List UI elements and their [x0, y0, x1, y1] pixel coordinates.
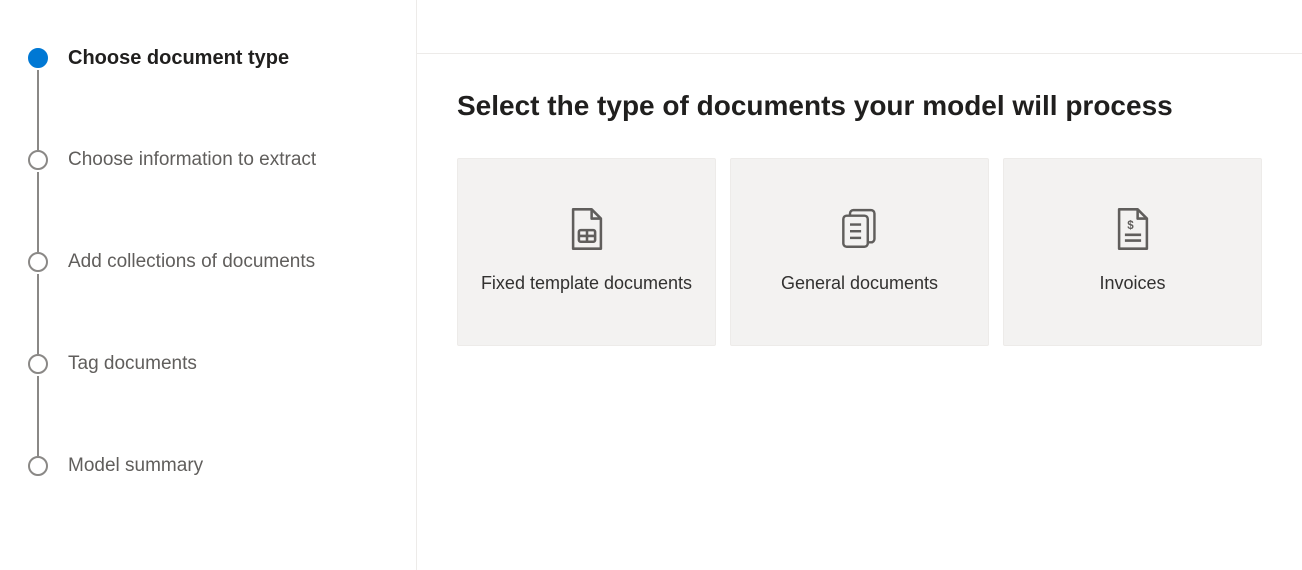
step-indicator-icon: [28, 456, 48, 476]
main-content: Select the type of documents your model …: [417, 0, 1302, 570]
general-document-icon: [838, 207, 882, 251]
content-area: Select the type of documents your model …: [417, 54, 1302, 382]
step-add-collections[interactable]: Add collections of documents: [28, 252, 396, 354]
card-general-documents[interactable]: General documents: [730, 158, 989, 346]
wizard-steps-sidebar: Choose document type Choose information …: [0, 0, 417, 570]
top-divider: [417, 0, 1302, 54]
step-tag-documents[interactable]: Tag documents: [28, 354, 396, 456]
step-connector: [37, 70, 39, 150]
step-label: Tag documents: [68, 354, 197, 374]
step-indicator-icon: [28, 150, 48, 170]
invoice-icon: $: [1111, 207, 1155, 251]
step-choose-information[interactable]: Choose information to extract: [28, 150, 396, 252]
step-indicator-active-icon: [28, 48, 48, 68]
page-heading: Select the type of documents your model …: [457, 90, 1262, 122]
card-label: General documents: [765, 269, 954, 297]
step-connector: [37, 172, 39, 252]
document-type-cards: Fixed template documents General documen…: [457, 158, 1262, 346]
step-model-summary[interactable]: Model summary: [28, 456, 396, 476]
card-label: Fixed template documents: [465, 269, 708, 297]
card-label: Invoices: [1083, 269, 1181, 297]
step-label: Choose document type: [68, 48, 289, 68]
card-fixed-template-documents[interactable]: Fixed template documents: [457, 158, 716, 346]
step-list: Choose document type Choose information …: [28, 48, 396, 476]
card-invoices[interactable]: $ Invoices: [1003, 158, 1262, 346]
step-indicator-icon: [28, 252, 48, 272]
svg-text:$: $: [1127, 220, 1134, 232]
step-label: Model summary: [68, 456, 203, 476]
step-label: Choose information to extract: [68, 150, 316, 170]
step-connector: [37, 274, 39, 354]
step-label: Add collections of documents: [68, 252, 315, 272]
step-indicator-icon: [28, 354, 48, 374]
step-connector: [37, 376, 39, 456]
step-choose-document-type[interactable]: Choose document type: [28, 48, 396, 150]
template-document-icon: [565, 207, 609, 251]
